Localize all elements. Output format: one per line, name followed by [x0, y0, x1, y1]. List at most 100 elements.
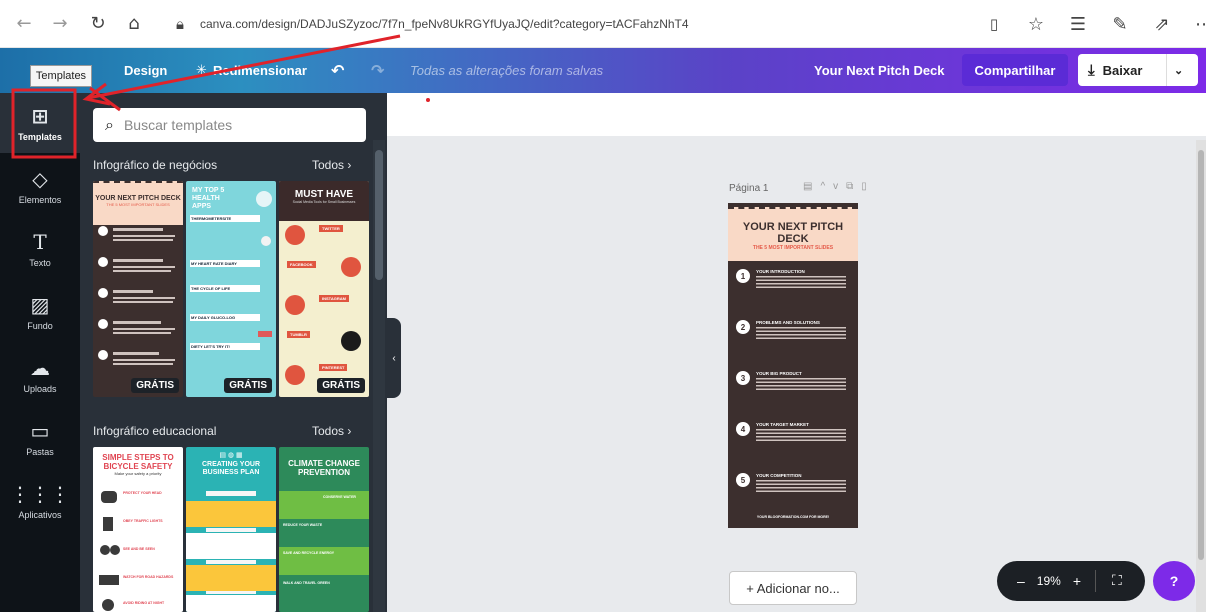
reading-view-icon[interactable]: ▯ [980, 10, 1008, 38]
zoom-in-button[interactable]: + [1073, 573, 1081, 589]
free-badge: GRÁTIS [224, 378, 272, 393]
document-title[interactable]: Your Next Pitch Deck [814, 63, 945, 78]
background-icon: ▨ [30, 293, 50, 317]
more-icon[interactable]: ⋯ [1190, 10, 1206, 38]
redo-icon[interactable]: ↷ [371, 61, 384, 80]
zoom-level[interactable]: 19% [1037, 574, 1061, 588]
chevron-down-icon[interactable]: ⌄ [1174, 64, 1183, 77]
thumb-item: REDUCE YOUR WASTE [283, 523, 323, 527]
help-button[interactable]: ? [1153, 561, 1195, 601]
resize-menu[interactable]: Redimensionar [213, 63, 307, 78]
elements-icon: ◇ [32, 167, 48, 191]
design-page[interactable]: YOUR NEXT PITCH DECK THE 5 MOST IMPORTAN… [728, 203, 858, 528]
thumb-title: MUST HAVE [294, 189, 354, 200]
thumb-icons: ▤ ◍ ▦ [219, 452, 243, 459]
thumb-item: TWITTER [319, 225, 343, 232]
address-bar[interactable]: canva.com/design/DADJuSZyzoc/7f7n_fpeNv8… [200, 17, 689, 31]
panel-scrollbar[interactable] [373, 140, 385, 612]
trash-icon[interactable]: ▯ [861, 181, 875, 192]
side-rail: ⊞ Templates ◇ Elementos T Texto ▨ Fundo … [0, 93, 80, 612]
pen-icon[interactable]: ✎ [1106, 10, 1134, 38]
url-host: canva.com [200, 16, 259, 31]
section-title-business: Infográfico de negócios [93, 158, 218, 172]
fullscreen-icon[interactable]: ⛶ [1112, 573, 1122, 589]
undo-icon[interactable]: ↶ [331, 61, 344, 80]
chevron-down-icon[interactable]: v [833, 181, 846, 192]
zoom-out-button[interactable]: – [1017, 573, 1025, 589]
see-all-education[interactable]: Todos › [312, 424, 351, 438]
design-item[interactable]: 3 YOUR BIG PRODUCT [736, 371, 846, 422]
favorite-star-icon[interactable]: ☆ [1022, 10, 1050, 38]
template-thumbnail[interactable]: MY TOP 5 HEALTH APPS THERMOMETERSITE MY … [186, 181, 276, 397]
scrollbar-thumb[interactable] [375, 150, 383, 280]
see-all-business[interactable]: Todos › [312, 158, 351, 172]
thumb-item: PROTECT YOUR HEAD [123, 491, 162, 495]
templates-icon: ⊞ [31, 104, 49, 128]
browser-toolbar: ← → ↻ ⌂ 🔒︎ canva.com/design/DADJuSZyzoc/… [0, 0, 1206, 48]
template-thumbnail[interactable]: CLIMATE CHANGE PREVENTION CONSERVE WATER… [279, 447, 369, 612]
rail-item-background[interactable]: ▨ Fundo [0, 282, 80, 342]
design-item[interactable]: 1 YOUR INTRODUCTION [736, 269, 846, 320]
design-item[interactable]: 4 YOUR TARGET MARKET [736, 422, 846, 473]
page-label: Página 1 [729, 183, 769, 194]
search-placeholder: Buscar templates [123, 117, 233, 133]
rail-item-label: Elementos [18, 195, 62, 205]
rail-item-uploads[interactable]: ☁ Uploads [0, 345, 80, 405]
collapse-panel-button[interactable]: ‹ [387, 318, 401, 398]
page-tools: ▤^v⧉▯ [803, 181, 875, 192]
download-button[interactable]: ⤓ Baixar ⌄ [1078, 54, 1198, 86]
back-icon[interactable]: ← [10, 10, 38, 38]
thumb-title: YOUR NEXT PITCH DECK [95, 195, 181, 202]
favorites-list-icon[interactable]: ☰ [1064, 10, 1092, 38]
rail-item-folders[interactable]: ▭ Pastas [0, 408, 80, 468]
template-thumbnail[interactable]: SIMPLE STEPS TO BICYCLE SAFETY Make your… [93, 447, 183, 612]
divider [1166, 54, 1167, 86]
duplicate-icon[interactable]: ⧉ [846, 181, 861, 192]
rail-item-text[interactable]: T Texto [0, 219, 80, 279]
lock-icon: 🔒︎ [176, 14, 184, 33]
chevron-up-icon[interactable]: ^ [820, 181, 833, 192]
zoom-controls: – 19% + ⛶ [997, 561, 1145, 601]
design-subtitle[interactable]: THE 5 MOST IMPORTANT SLIDES [728, 245, 858, 251]
thumb-title: CLIMATE CHANGE PREVENTION [288, 459, 360, 477]
design-footer[interactable]: YOUR BLOGFORMATION.COM FOR MORE! [728, 515, 858, 519]
share-browser-icon[interactable]: ⇗ [1148, 10, 1176, 38]
scrollbar-thumb[interactable] [1198, 150, 1204, 560]
thumb-list-graphic [98, 226, 175, 365]
home-icon[interactable]: ⌂ [120, 10, 148, 38]
rail-item-label: Fundo [27, 321, 53, 331]
rail-item-label: Uploads [23, 384, 57, 394]
rail-item-label: Texto [29, 258, 51, 268]
thumb-subtitle: THE 5 MOST IMPORTANT SLIDES [106, 202, 170, 207]
refresh-icon[interactable]: ↻ [84, 10, 112, 38]
folder-icon: ▭ [30, 419, 50, 443]
thumb-item: FACEBOOK [287, 261, 316, 268]
design-title[interactable]: YOUR NEXT PITCH DECK [728, 221, 858, 245]
design-menu[interactable]: Design [124, 63, 167, 78]
step-number: 1 [736, 269, 750, 283]
divider [1095, 570, 1097, 592]
template-thumbnail[interactable]: YOUR NEXT PITCH DECK THE 5 MOST IMPORTAN… [93, 181, 183, 397]
template-thumbnail[interactable]: ▤ ◍ ▦ CREATING YOUR BUSINESS PLAN [186, 447, 276, 612]
thumb-title: CREATING YOUR BUSINESS PLAN [201, 461, 261, 476]
forward-icon[interactable]: → [46, 10, 74, 38]
canvas-scrollbar[interactable] [1196, 140, 1206, 612]
rail-item-apps[interactable]: ⋮⋮⋮ Aplicativos [0, 471, 80, 531]
note-icon[interactable]: ▤ [803, 181, 820, 192]
add-page-button[interactable]: + Adicionar no... [729, 571, 857, 605]
body-text-lines [756, 480, 846, 494]
share-button[interactable]: Compartilhar [962, 54, 1068, 86]
marker-dot [426, 98, 430, 102]
canvas-toolbar [387, 93, 1206, 136]
rail-item-templates[interactable]: ⊞ Templates [0, 93, 80, 153]
design-item[interactable]: 2 PROBLEMS AND SOLUTIONS [736, 320, 846, 371]
rail-item-elements[interactable]: ◇ Elementos [0, 156, 80, 216]
design-item-title: YOUR TARGET MARKET [756, 422, 809, 427]
thumb-subtitle: Social Media Tools for Small Businesses [292, 200, 356, 204]
template-thumbnail[interactable]: MUST HAVE Social Media Tools for Small B… [279, 181, 369, 397]
search-input[interactable]: ⌕ Buscar templates [93, 108, 366, 142]
chevron-left-icon: ‹ [392, 352, 396, 364]
thumb-item: SEE AND BE SEEN [123, 547, 155, 551]
thumb-plan-graphic [186, 491, 276, 612]
design-item[interactable]: 5 YOUR COMPETITION [736, 473, 846, 521]
